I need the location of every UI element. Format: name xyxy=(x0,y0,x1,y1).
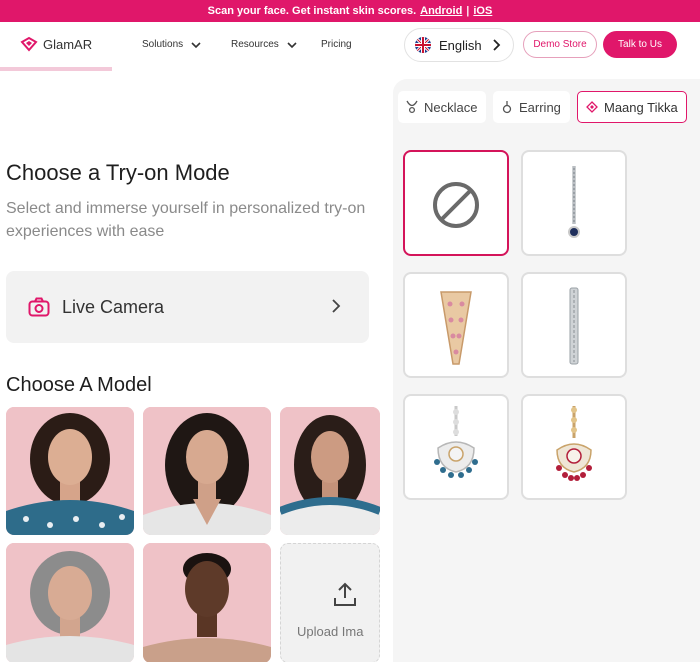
jewelry-item-none[interactable] xyxy=(403,150,509,256)
choose-model-title: Choose A Model xyxy=(6,374,152,396)
nav-resources[interactable]: Resources xyxy=(231,39,297,50)
upload-icon xyxy=(334,582,356,606)
jewelry-item[interactable] xyxy=(403,394,509,500)
page-subtitle: Select and immerse yourself in personali… xyxy=(6,200,366,240)
chevron-down-icon xyxy=(191,41,201,48)
model-thumbnail[interactable] xyxy=(143,407,271,535)
chevron-right-icon xyxy=(332,299,341,313)
ios-link[interactable]: iOS xyxy=(473,5,492,17)
nav-pricing[interactable]: Pricing xyxy=(321,39,352,50)
upload-image-button[interactable]: Upload Ima xyxy=(280,543,380,662)
jewelry-panel: Necklace Earring Maang Tikka xyxy=(393,79,700,662)
demo-store-button[interactable]: Demo Store xyxy=(523,31,597,58)
live-camera-button[interactable]: Live Camera xyxy=(6,271,369,343)
maang-tikka-image xyxy=(569,287,579,365)
necklace-icon xyxy=(406,100,418,114)
tab-necklace-label: Necklace xyxy=(424,99,478,115)
language-label: English xyxy=(439,37,482,53)
announcement-bar: Scan your face. Get instant skin scores.… xyxy=(0,0,700,22)
android-link[interactable]: Android xyxy=(420,5,462,17)
nav-pricing-label: Pricing xyxy=(321,39,352,50)
no-selection-icon xyxy=(433,182,479,228)
maang-tikka-image xyxy=(568,166,580,238)
chevron-down-icon xyxy=(287,41,297,48)
model-photo xyxy=(6,407,134,535)
model-photo xyxy=(143,407,271,535)
earring-icon xyxy=(502,101,512,114)
glamar-logo[interactable]: GlamAR xyxy=(20,36,92,52)
model-photo xyxy=(6,543,134,662)
model-thumbnail[interactable] xyxy=(6,543,134,662)
chevron-right-icon xyxy=(493,39,501,51)
upload-image-label: Upload Ima xyxy=(297,624,364,639)
tab-maang-tikka-label: Maang Tikka xyxy=(604,99,678,115)
talk-to-us-button[interactable]: Talk to Us xyxy=(603,31,677,58)
language-selector[interactable]: English xyxy=(404,28,514,62)
try-on-mode-panel: Choose a Try-on Mode Select and immerse … xyxy=(0,71,380,662)
announcement-text: Scan your face. Get instant skin scores. xyxy=(207,5,417,17)
tab-necklace[interactable]: Necklace xyxy=(398,91,486,123)
camera-icon xyxy=(28,297,50,317)
jewelry-item[interactable] xyxy=(521,150,627,256)
model-photo xyxy=(143,543,271,662)
tab-earring-label: Earring xyxy=(519,99,561,115)
uk-flag-icon xyxy=(415,37,431,53)
jewelry-item[interactable] xyxy=(403,272,509,378)
jewelry-item[interactable] xyxy=(521,394,627,500)
model-photo xyxy=(280,407,380,535)
tab-earring[interactable]: Earring xyxy=(493,91,570,123)
maang-tikka-image xyxy=(434,406,478,478)
model-thumbnail[interactable] xyxy=(6,407,134,535)
tab-maang-tikka[interactable]: Maang Tikka xyxy=(577,91,687,123)
maang-tikka-image xyxy=(556,406,592,481)
model-thumbnail[interactable] xyxy=(143,543,271,662)
nav-solutions[interactable]: Solutions xyxy=(142,39,201,50)
nav-resources-label: Resources xyxy=(231,39,279,50)
maang-tikka-image xyxy=(440,291,472,365)
diamond-icon xyxy=(586,101,598,113)
glamar-logo-icon xyxy=(20,36,38,52)
site-header: GlamAR Solutions Resources Pricing Engli… xyxy=(0,22,700,68)
nav-solutions-label: Solutions xyxy=(142,39,184,50)
model-thumbnail[interactable] xyxy=(280,407,380,535)
page-title: Choose a Try-on Mode xyxy=(6,160,230,185)
logo-text: GlamAR xyxy=(43,36,93,52)
announcement-separator: | xyxy=(466,5,470,17)
live-camera-label: Live Camera xyxy=(62,296,165,317)
jewelry-item[interactable] xyxy=(521,272,627,378)
